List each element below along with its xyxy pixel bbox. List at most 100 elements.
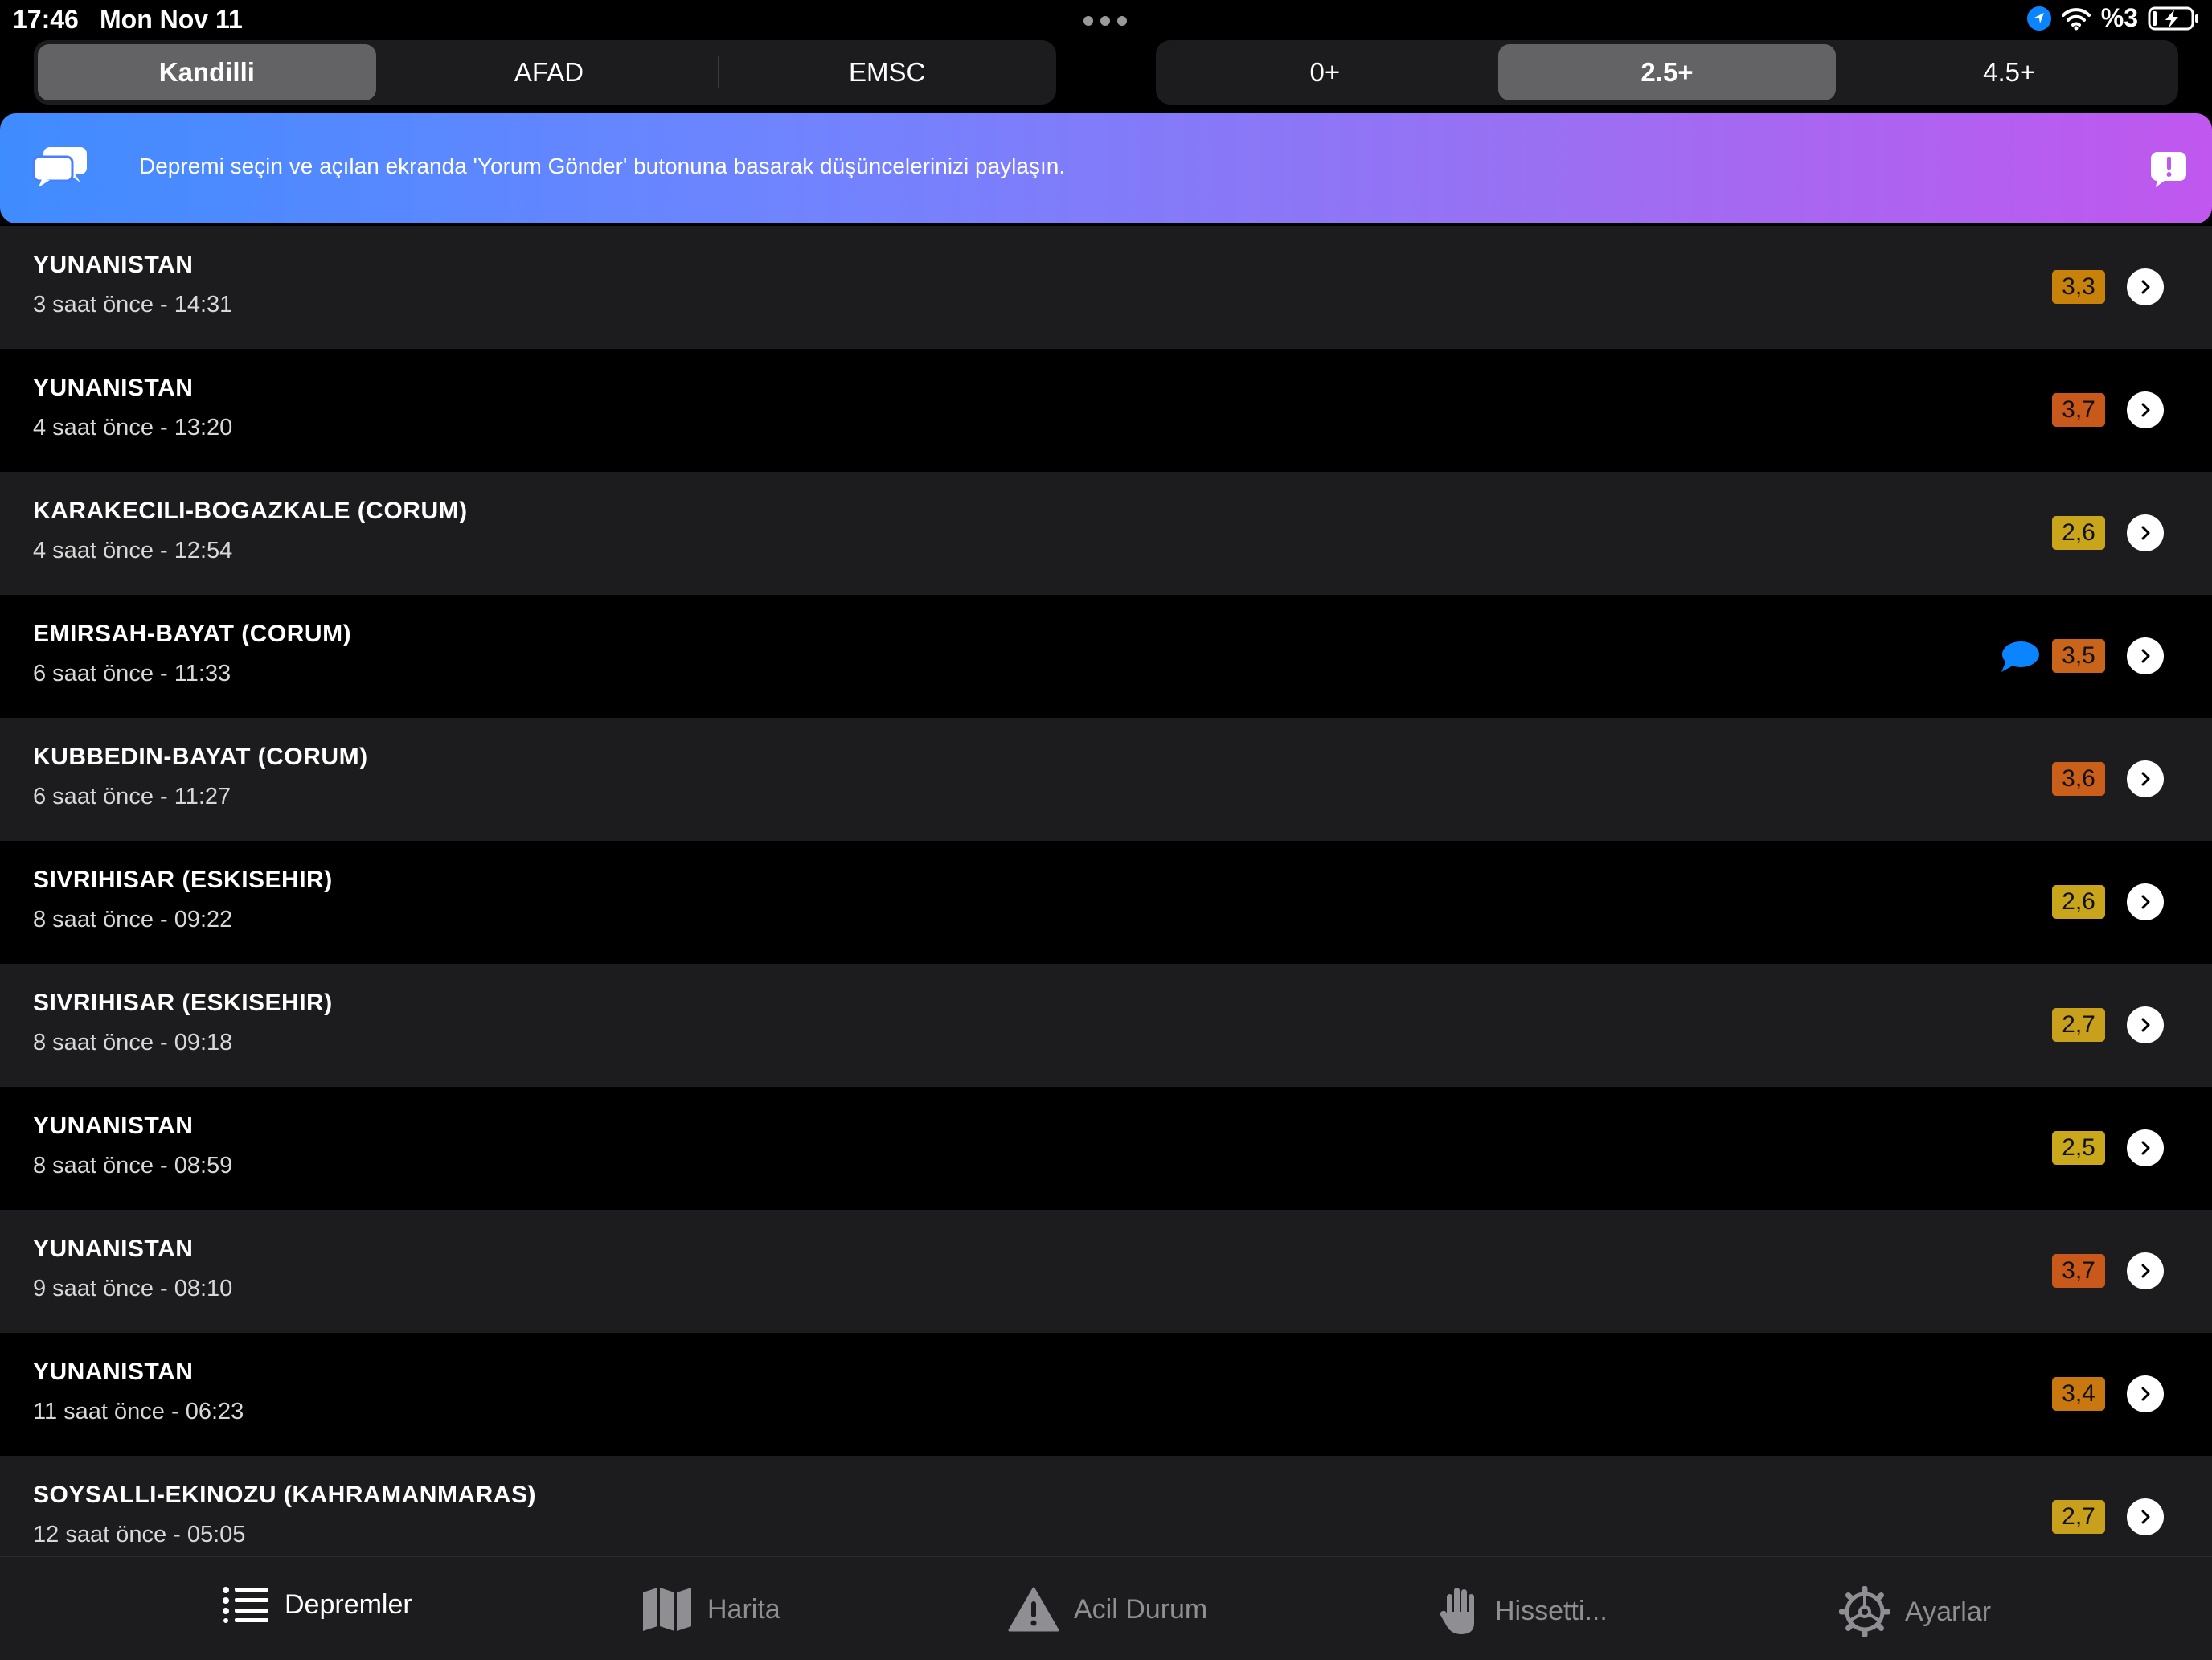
tab-label: Depremler [285,1588,412,1620]
magnitude-badge: 3,7 [2052,1254,2105,1288]
chevron-right-icon[interactable] [2127,1252,2164,1289]
source-tab-afad[interactable]: AFAD [380,40,719,105]
comment-info-banner[interactable]: Depremi seçin ve açılan ekranda 'Yorum G… [0,113,2212,223]
earthquake-time: 3 saat önce - 14:31 [33,292,233,318]
earthquake-time: 9 saat önce - 08:10 [33,1276,233,1301]
tab-ayarlar[interactable]: Ayarlar [1839,1586,1991,1637]
earthquake-time: 8 saat önce - 08:59 [33,1153,233,1178]
magnitude-badge: 2,6 [2052,516,2105,550]
tab-harita[interactable]: Harita [641,1586,780,1633]
tab-label: Acil Durum [1074,1593,1208,1625]
magnitude-tab-0[interactable]: 0+ [1156,40,1494,105]
magnitude-badge: 3,7 [2052,393,2105,427]
gear-icon [1839,1586,1890,1637]
status-time: 17:46 [13,5,79,34]
chevron-right-icon[interactable] [2127,883,2164,920]
earthquake-row[interactable]: KUBBEDIN-BAYAT (CORUM) 6 saat önce - 11:… [0,718,2212,841]
warning-icon [1008,1587,1059,1632]
chevron-right-icon[interactable] [2127,760,2164,797]
alert-bubble-icon[interactable] [2148,149,2189,191]
earthquake-time: 6 saat önce - 11:33 [33,661,231,687]
earthquake-location: YUNANISTAN [33,1113,194,1139]
tab-hissettiniz[interactable]: Hissetti... [1439,1586,1608,1636]
banner-text: Depremi seçin ve açılan ekranda 'Yorum G… [139,154,1066,178]
status-date: Mon Nov 11 [100,5,243,34]
chevron-right-icon[interactable] [2127,1375,2164,1412]
earthquake-location: SIVRIHISAR (ESKISEHIR) [33,867,333,893]
earthquake-time: 4 saat önce - 12:54 [33,538,233,564]
earthquake-time: 8 saat önce - 09:18 [33,1030,233,1055]
magnitude-badge: 3,3 [2052,270,2105,304]
earthquake-row[interactable]: KARAKECILI-BOGAZKALE (CORUM) 4 saat önce… [0,472,2212,595]
earthquake-location: KUBBEDIN-BAYAT (CORUM) [33,744,368,770]
magnitude-badge: 3,6 [2052,762,2105,796]
status-bar: 17:46 Mon Nov 11 %3 [0,0,2212,40]
wifi-icon [2061,7,2091,30]
earthquake-location: KARAKECILI-BOGAZKALE (CORUM) [33,498,468,524]
chevron-right-icon[interactable] [2127,1498,2164,1535]
earthquake-row[interactable]: YUNANISTAN 8 saat önce - 08:59 2,5 [0,1087,2212,1210]
chevron-right-icon[interactable] [2127,1006,2164,1043]
earthquake-location: SOYSALLI-EKINOZU (KAHRAMANMARAS) [33,1482,536,1508]
earthquake-row[interactable]: YUNANISTAN 9 saat önce - 08:10 3,7 [0,1210,2212,1333]
earthquake-location: SIVRIHISAR (ESKISEHIR) [33,990,333,1016]
status-indicators: %3 [2026,3,2199,33]
tab-label: Hissetti... [1495,1595,1608,1626]
tab-label: Harita [707,1593,780,1625]
earthquake-row[interactable]: YUNANISTAN 4 saat önce - 13:20 3,7 [0,349,2212,472]
earthquake-time: 4 saat önce - 13:20 [33,415,233,441]
tab-depremler[interactable]: Depremler [222,1586,412,1623]
source-tab-emsc[interactable]: EMSC [718,40,1056,105]
earthquake-location: YUNANISTAN [33,252,194,278]
chat-bubbles-icon [32,147,87,187]
earthquake-location: YUNANISTAN [33,375,194,401]
earthquake-row[interactable]: SIVRIHISAR (ESKISEHIR) 8 saat önce - 09:… [0,964,2212,1087]
earthquake-time: 12 saat önce - 05:05 [33,1522,246,1547]
earthquake-row[interactable]: YUNANISTAN 11 saat önce - 06:23 3,4 [0,1333,2212,1456]
magnitude-tab-4-5[interactable]: 4.5+ [1840,40,2178,105]
magnitude-tab-2-5[interactable]: 2.5+ [1497,44,1837,100]
magnitude-badge: 2,7 [2052,1008,2105,1042]
hand-icon [1440,1588,1474,1634]
multitasking-dots-icon[interactable] [1083,16,1127,26]
earthquake-time: 11 saat önce - 06:23 [33,1399,244,1424]
magnitude-segmented-control: 0+ 2.5+ 4.5+ [1156,40,2178,105]
chevron-right-icon[interactable] [2127,268,2164,305]
tab-bar: Depremler Harita Acil Durum Hissetti... [0,1556,2212,1660]
source-segmented-control: Kandilli AFAD EMSC [34,40,1056,105]
list-icon [223,1587,268,1623]
earthquake-location: YUNANISTAN [33,1236,194,1262]
earthquake-time: 6 saat önce - 11:27 [33,784,231,810]
tab-label: Ayarlar [1905,1596,1992,1627]
magnitude-tab-label: 4.5+ [1983,57,2036,87]
magnitude-tab-label: 2.5+ [1641,57,1694,87]
magnitude-badge: 2,7 [2052,1500,2105,1534]
magnitude-tab-label: 0+ [1309,57,1341,87]
earthquake-time: 8 saat önce - 09:22 [33,907,233,932]
location-arrow-icon [2026,6,2051,31]
magnitude-badge: 3,5 [2052,639,2105,673]
magnitude-badge: 2,6 [2052,885,2105,919]
battery-percent: %3 [2100,3,2138,32]
source-tab-kandilli[interactable]: Kandilli [38,44,376,100]
chevron-right-icon[interactable] [2127,514,2164,551]
earthquake-row[interactable]: SIVRIHISAR (ESKISEHIR) 8 saat önce - 09:… [0,841,2212,964]
tab-acil-durum[interactable]: Acil Durum [1008,1586,1207,1633]
comment-bubble-icon [2001,641,2039,672]
source-tab-label: Kandilli [158,57,255,87]
earthquake-row[interactable]: EMIRSAH-BAYAT (CORUM) 6 saat önce - 11:3… [0,595,2212,718]
source-tab-label: EMSC [849,57,926,87]
battery-charging-icon [2148,6,2198,30]
magnitude-badge: 3,4 [2052,1377,2105,1411]
earthquake-row[interactable]: YUNANISTAN 3 saat önce - 14:31 3,3 [0,226,2212,349]
map-icon [643,1588,691,1631]
earthquake-location: EMIRSAH-BAYAT (CORUM) [33,621,352,647]
chevron-right-icon[interactable] [2127,637,2164,674]
chevron-right-icon[interactable] [2127,391,2164,428]
chevron-right-icon[interactable] [2127,1129,2164,1166]
earthquake-list: YUNANISTAN 3 saat önce - 14:31 3,3 YUNAN… [0,226,2212,1579]
earthquake-location: YUNANISTAN [33,1359,194,1385]
magnitude-badge: 2,5 [2052,1131,2105,1165]
source-tab-label: AFAD [514,57,584,87]
segment-divider [718,56,720,88]
